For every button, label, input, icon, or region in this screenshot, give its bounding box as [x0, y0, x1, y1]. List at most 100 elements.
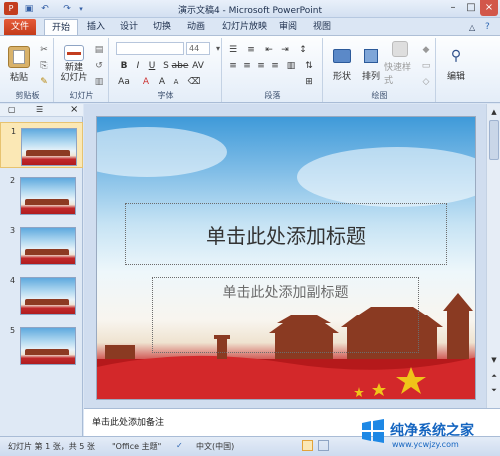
align-center-icon[interactable]: ≡	[241, 60, 253, 72]
slide-thumb-5[interactable]: 5	[0, 322, 83, 368]
tab-view[interactable]: 视图	[306, 19, 338, 36]
new-slide-label: 新建 幻灯片	[60, 63, 88, 83]
arrange-icon	[360, 45, 382, 67]
slide-number: 3	[10, 226, 16, 235]
minimize-button[interactable]: –	[444, 0, 462, 16]
shrink-font-icon[interactable]: A	[170, 76, 182, 88]
tab-insert[interactable]: 插入	[80, 19, 112, 36]
arrange-button[interactable]: 排列	[358, 40, 384, 86]
bullets-icon[interactable]: ☰	[227, 44, 239, 56]
language-indicator[interactable]: 中文(中国)	[196, 441, 234, 452]
font-size-combo[interactable]: 44	[186, 42, 210, 55]
windows-logo-icon	[362, 419, 384, 443]
underline-icon[interactable]: U	[146, 60, 158, 72]
theme-name: "Office 主题"	[112, 442, 162, 451]
tab-file[interactable]: 文件	[4, 19, 37, 36]
customize-qat-icon[interactable]: ▾	[74, 2, 88, 15]
shape-button[interactable]: 形状	[328, 40, 356, 86]
decrease-indent-icon[interactable]: ⇤	[263, 44, 275, 56]
paste-label: 粘贴	[9, 72, 28, 83]
shape-label: 形状	[332, 71, 351, 82]
shape-outline-icon[interactable]: ▭	[420, 60, 432, 72]
slide-number: 1	[11, 127, 17, 136]
font-color-icon[interactable]: A	[140, 76, 152, 88]
format-painter-icon[interactable]: ✎	[38, 76, 50, 88]
slide-thumb-4[interactable]: 4	[0, 272, 83, 318]
numbering-icon[interactable]: ≡	[245, 44, 257, 56]
spelling-icon[interactable]: ✓	[176, 441, 183, 450]
outline-tab-icon[interactable]: ☰	[36, 105, 43, 114]
redo-icon[interactable]: ↷	[60, 2, 74, 15]
title-bar: P ▣ ↶ ↷ ▾ 演示文稿4 - Microsoft PowerPoint –…	[0, 0, 500, 18]
clipboard-group: 粘贴 ✂ ⎘ ✎ 剪贴板	[2, 38, 54, 102]
tab-design[interactable]: 设计	[113, 19, 145, 36]
columns-icon[interactable]: ▥	[285, 60, 297, 72]
paragraph-group-label: 段落	[264, 91, 281, 100]
tab-home[interactable]: 开始	[44, 19, 79, 36]
scroll-down-icon[interactable]: ▼	[488, 354, 500, 366]
help-icon[interactable]: ?	[478, 19, 497, 36]
tab-slideshow[interactable]: 幻灯片放映	[215, 19, 274, 36]
align-right-icon[interactable]: ≡	[255, 60, 267, 72]
slide-canvas[interactable]: 单击此处添加标题 单击此处添加副标题	[96, 116, 476, 400]
slide-thumb-1[interactable]: 1	[0, 122, 83, 168]
increase-indent-icon[interactable]: ⇥	[279, 44, 291, 56]
tab-review[interactable]: 审阅	[272, 19, 304, 36]
italic-icon[interactable]: I	[132, 60, 144, 72]
char-spacing-icon[interactable]: AV	[192, 60, 204, 72]
slides-tab-icon[interactable]: ▢	[8, 105, 16, 114]
next-slide-icon[interactable]: ⏷	[488, 384, 500, 396]
watermark-brand: 纯净系统之家	[390, 423, 474, 439]
arrange-label: 排列	[361, 71, 380, 82]
title-placeholder[interactable]: 单击此处添加标题	[125, 203, 447, 265]
slide-thumb-2[interactable]: 2	[0, 172, 83, 218]
close-button[interactable]: ×	[480, 0, 498, 16]
shape-effects-icon[interactable]: ◇	[420, 76, 432, 88]
clear-format-icon[interactable]: ⌫	[188, 76, 201, 88]
grow-font-icon[interactable]: A	[156, 76, 168, 88]
close-panel-icon[interactable]: ×	[70, 104, 78, 115]
save-icon[interactable]: ▣	[22, 2, 36, 15]
slide-sorter-icon[interactable]	[318, 440, 329, 451]
new-slide-button[interactable]: 新建 幻灯片	[59, 40, 89, 88]
tab-transitions[interactable]: 切换	[146, 19, 178, 36]
scroll-up-icon[interactable]: ▲	[488, 106, 500, 118]
shadow-icon[interactable]: S	[160, 60, 172, 72]
align-left-icon[interactable]: ≡	[227, 60, 239, 72]
section-icon[interactable]: ▥	[93, 76, 105, 88]
smartart-icon[interactable]: ⊞	[303, 76, 315, 88]
slide-thumbnail	[20, 227, 76, 265]
bold-icon[interactable]: B	[118, 60, 130, 72]
clipboard-icon	[8, 45, 30, 68]
text-direction-icon[interactable]: ⇅	[303, 60, 315, 72]
reset-icon[interactable]: ↺	[93, 60, 105, 72]
maximize-button[interactable]: □	[462, 0, 480, 16]
layout-icon[interactable]: ▤	[93, 44, 105, 56]
paste-button[interactable]: 粘贴	[5, 40, 33, 88]
font-name-combo[interactable]	[116, 42, 184, 55]
copy-icon[interactable]: ⎘	[38, 60, 50, 72]
shape-fill-icon[interactable]: ◆	[420, 44, 432, 56]
cut-icon[interactable]: ✂	[38, 44, 50, 56]
slide-thumb-3[interactable]: 3	[0, 222, 83, 268]
undo-icon[interactable]: ↶	[38, 2, 52, 15]
tab-animations[interactable]: 动画	[180, 19, 212, 36]
previous-slide-icon[interactable]: ⏶	[488, 370, 500, 382]
quick-styles-button[interactable]: 快速样式	[384, 40, 416, 86]
strikethrough-icon[interactable]: abe	[172, 60, 189, 72]
cloud-decoration	[97, 127, 227, 177]
subtitle-placeholder[interactable]: 单击此处添加副标题	[152, 277, 419, 353]
edit-button[interactable]: ⚲ 编辑	[441, 40, 471, 86]
slides-group: 新建 幻灯片 ▤ ↺ ▥ 幻灯片	[55, 38, 109, 102]
powerpoint-logo-icon[interactable]: P	[4, 2, 18, 15]
scroll-thumb[interactable]	[489, 120, 499, 160]
change-case-icon[interactable]: Aa	[118, 76, 130, 88]
ribbon-tabs: 文件 开始 插入 设计 切换 动画 幻灯片放映 审阅 视图 △ ?	[0, 18, 500, 36]
normal-view-icon[interactable]	[302, 440, 313, 451]
vertical-scrollbar[interactable]: ▲ ▼ ⏶ ⏷	[486, 104, 500, 408]
drawing-group: 形状 排列 快速样式 ◆ ▭ ◇ 绘图	[324, 38, 436, 102]
line-spacing-icon[interactable]: ↕	[297, 44, 309, 56]
edit-label: 编辑	[446, 71, 465, 82]
drawing-group-label: 绘图	[371, 91, 388, 100]
justify-icon[interactable]: ≡	[269, 60, 281, 72]
